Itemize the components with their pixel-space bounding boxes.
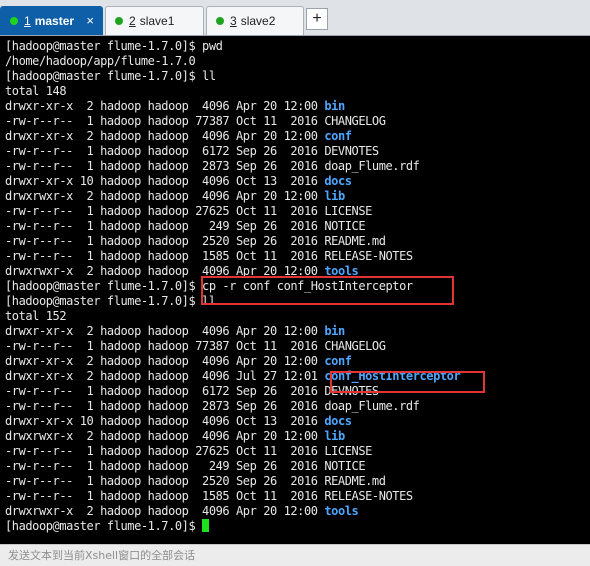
command-highlight-box: [201, 276, 454, 305]
terminal-text: -rw-r--r-- 1 hadoop hadoop 249 Sep 26 20…: [5, 219, 366, 233]
terminal-text: -rw-r--r-- 1 hadoop hadoop 6172 Sep 26 2…: [5, 384, 379, 398]
terminal-line: drwxr-xr-x 2 hadoop hadoop 4096 Apr 20 1…: [5, 99, 590, 114]
terminal-text: total 148: [5, 84, 67, 98]
terminal-text: [hadoop@master flume-1.7.0]$ ll: [5, 69, 216, 83]
terminal-line: -rw-r--r-- 1 hadoop hadoop 2520 Sep 26 2…: [5, 474, 590, 489]
directory-name: conf: [324, 129, 352, 143]
tab-master[interactable]: 1 master ×: [0, 6, 103, 35]
status-text: 发送文本到当前Xshell窗口的全部会话: [8, 549, 196, 562]
terminal-line: [hadoop@master flume-1.7.0]$ ll: [5, 69, 590, 84]
terminal-text: -rw-r--r-- 1 hadoop hadoop 2520 Sep 26 2…: [5, 234, 386, 248]
terminal-text: drwxr-xr-x 2 hadoop hadoop 4096 Apr 20 1…: [5, 324, 325, 338]
tab-number: 1: [24, 14, 31, 28]
terminal-line: -rw-r--r-- 1 hadoop hadoop 2520 Sep 26 2…: [5, 234, 590, 249]
new-tab-button[interactable]: +: [306, 8, 328, 30]
terminal-text: drwxr-xr-x 10 hadoop hadoop 4096 Oct 13 …: [5, 174, 325, 188]
terminal-text: -rw-r--r-- 1 hadoop hadoop 77387 Oct 11 …: [5, 114, 386, 128]
terminal-line: -rw-r--r-- 1 hadoop hadoop 1585 Oct 11 2…: [5, 249, 590, 264]
terminal-text: -rw-r--r-- 1 hadoop hadoop 2520 Sep 26 2…: [5, 474, 386, 488]
status-bar: 发送文本到当前Xshell窗口的全部会话: [0, 544, 590, 566]
terminal-line: -rw-r--r-- 1 hadoop hadoop 1585 Oct 11 2…: [5, 489, 590, 504]
terminal-line: -rw-r--r-- 1 hadoop hadoop 249 Sep 26 20…: [5, 219, 590, 234]
terminal-line: /home/hadoop/app/flume-1.7.0: [5, 54, 590, 69]
directory-name: docs: [324, 174, 352, 188]
tab-label: slave1: [139, 14, 175, 28]
terminal-line: drwxr-xr-x 2 hadoop hadoop 4096 Apr 20 1…: [5, 354, 590, 369]
terminal-line: -rw-r--r-- 1 hadoop hadoop 77387 Oct 11 …: [5, 339, 590, 354]
terminal-line: drwxrwxr-x 2 hadoop hadoop 4096 Apr 20 1…: [5, 189, 590, 204]
tab-label: master: [34, 14, 75, 28]
terminal-line: -rw-r--r-- 1 hadoop hadoop 6172 Sep 26 2…: [5, 144, 590, 159]
terminal-line: -rw-r--r-- 1 hadoop hadoop 249 Sep 26 20…: [5, 459, 590, 474]
terminal-text: -rw-r--r-- 1 hadoop hadoop 77387 Oct 11 …: [5, 339, 386, 353]
terminal-text: [hadoop@master flume-1.7.0]$: [5, 519, 203, 533]
terminal-text: [hadoop@master flume-1.7.0]$ ll: [5, 294, 216, 308]
terminal-line: -rw-r--r-- 1 hadoop hadoop 2873 Sep 26 2…: [5, 159, 590, 174]
tab-slave1[interactable]: 2 slave1: [105, 6, 204, 35]
connected-status-icon: [10, 17, 18, 25]
tab-number: 3: [230, 14, 237, 28]
terminal-text: -rw-r--r-- 1 hadoop hadoop 6172 Sep 26 2…: [5, 144, 379, 158]
tab-number: 2: [129, 14, 136, 28]
terminal-line: [hadoop@master flume-1.7.0]$: [5, 519, 590, 534]
terminal-line: -rw-r--r-- 1 hadoop hadoop 27625 Oct 11 …: [5, 204, 590, 219]
terminal-line: -rw-r--r-- 1 hadoop hadoop 2873 Sep 26 2…: [5, 399, 590, 414]
terminal-line: total 148: [5, 84, 590, 99]
terminal-text: total 152: [5, 309, 67, 323]
terminal-text: drwxr-xr-x 2 hadoop hadoop 4096 Apr 20 1…: [5, 99, 325, 113]
terminal-line: drwxr-xr-x 2 hadoop hadoop 4096 Jul 27 1…: [5, 369, 590, 384]
terminal-text: -rw-r--r-- 1 hadoop hadoop 1585 Oct 11 2…: [5, 489, 413, 503]
directory-name: lib: [324, 189, 345, 203]
terminal-line: drwxr-xr-x 10 hadoop hadoop 4096 Oct 13 …: [5, 414, 590, 429]
terminal-text: drwxr-xr-x 2 hadoop hadoop 4096 Apr 20 1…: [5, 129, 325, 143]
directory-name: lib: [324, 429, 345, 443]
cursor-icon: [202, 519, 210, 532]
close-tab-icon[interactable]: ×: [86, 14, 94, 27]
terminal-line: drwxr-xr-x 2 hadoop hadoop 4096 Apr 20 1…: [5, 129, 590, 144]
terminal-text: [hadoop@master flume-1.7.0]$ pwd: [5, 39, 223, 53]
terminal-text: -rw-r--r-- 1 hadoop hadoop 27625 Oct 11 …: [5, 444, 372, 458]
connected-status-icon: [216, 17, 224, 25]
terminal-text: -rw-r--r-- 1 hadoop hadoop 1585 Oct 11 2…: [5, 249, 413, 263]
terminal-line: drwxr-xr-x 2 hadoop hadoop 4096 Apr 20 1…: [5, 324, 590, 339]
terminal-line: -rw-r--r-- 1 hadoop hadoop 77387 Oct 11 …: [5, 114, 590, 129]
terminal-line: drwxrwxr-x 2 hadoop hadoop 4096 Apr 20 1…: [5, 429, 590, 444]
terminal-text: -rw-r--r-- 1 hadoop hadoop 2873 Sep 26 2…: [5, 399, 420, 413]
terminal-text: -rw-r--r-- 1 hadoop hadoop 27625 Oct 11 …: [5, 204, 372, 218]
session-tab-bar: 1 master × 2 slave1 3 slave2 +: [0, 0, 590, 36]
terminal-line: drwxrwxr-x 2 hadoop hadoop 4096 Apr 20 1…: [5, 504, 590, 519]
terminal-line: -rw-r--r-- 1 hadoop hadoop 27625 Oct 11 …: [5, 444, 590, 459]
tab-label: slave2: [240, 14, 276, 28]
terminal-line: [hadoop@master flume-1.7.0]$ pwd: [5, 39, 590, 54]
terminal-text: drwxr-xr-x 10 hadoop hadoop 4096 Oct 13 …: [5, 414, 325, 428]
terminal-text: drwxr-xr-x 2 hadoop hadoop 4096 Apr 20 1…: [5, 354, 325, 368]
terminal-text: drwxr-xr-x 2 hadoop hadoop 4096 Jul 27 1…: [5, 369, 325, 383]
terminal-line: -rw-r--r-- 1 hadoop hadoop 6172 Sep 26 2…: [5, 384, 590, 399]
tab-slave2[interactable]: 3 slave2: [206, 6, 304, 35]
terminal-line: drwxr-xr-x 10 hadoop hadoop 4096 Oct 13 …: [5, 174, 590, 189]
terminal-line: total 152: [5, 309, 590, 324]
directory-name: bin: [324, 99, 345, 113]
directory-name: docs: [324, 414, 352, 428]
directory-name: conf: [324, 354, 352, 368]
terminal-text: -rw-r--r-- 1 hadoop hadoop 2873 Sep 26 2…: [5, 159, 420, 173]
terminal-text: drwxrwxr-x 2 hadoop hadoop 4096 Apr 20 1…: [5, 504, 325, 518]
new-directory-highlight-box: [330, 371, 485, 393]
terminal-text: drwxrwxr-x 2 hadoop hadoop 4096 Apr 20 1…: [5, 429, 325, 443]
directory-name: bin: [324, 324, 345, 338]
directory-name: tools: [324, 504, 359, 518]
terminal-text: drwxrwxr-x 2 hadoop hadoop 4096 Apr 20 1…: [5, 189, 325, 203]
terminal-text: /home/hadoop/app/flume-1.7.0: [5, 54, 196, 68]
connected-status-icon: [115, 17, 123, 25]
terminal-text: -rw-r--r-- 1 hadoop hadoop 249 Sep 26 20…: [5, 459, 366, 473]
